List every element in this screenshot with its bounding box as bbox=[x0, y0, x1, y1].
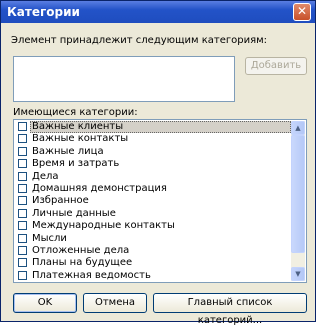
category-label: Личные данные bbox=[32, 207, 116, 219]
item-categories-input[interactable] bbox=[13, 56, 235, 102]
cancel-button[interactable]: Отмена bbox=[83, 293, 147, 313]
list-item[interactable]: Важные клиенты bbox=[14, 121, 291, 133]
category-label: Домашняя демонстрация bbox=[32, 182, 167, 194]
category-checkbox[interactable] bbox=[18, 122, 27, 131]
available-categories-label: Имеющиеся категории: bbox=[13, 107, 138, 118]
list-item[interactable]: Важные лица bbox=[14, 146, 291, 158]
category-label: Планы на будущее bbox=[32, 257, 133, 269]
arrow-up-icon: ▲ bbox=[295, 124, 301, 132]
category-label: Избранное bbox=[32, 195, 89, 207]
master-category-list-button[interactable]: Главный список категорий... bbox=[153, 293, 307, 326]
item-categories-label: Элемент принадлежит следующим категориям… bbox=[11, 35, 268, 46]
close-button[interactable]: ✕ bbox=[293, 3, 311, 21]
list-item[interactable]: Платежная ведомость bbox=[14, 270, 291, 282]
list-item[interactable]: Время и затрать bbox=[14, 158, 291, 170]
list-item[interactable]: Мысли bbox=[14, 233, 291, 245]
list-item[interactable]: Дела bbox=[14, 171, 291, 183]
list-item[interactable]: Планы на будущее bbox=[14, 257, 291, 269]
category-checkbox[interactable] bbox=[18, 146, 27, 156]
category-checkbox[interactable] bbox=[18, 183, 27, 193]
category-checkbox[interactable] bbox=[18, 134, 27, 144]
list-item[interactable]: Международные контакты bbox=[14, 220, 291, 232]
list-item[interactable]: Отложенные дела bbox=[14, 245, 291, 257]
category-label: Отложенные дела bbox=[32, 244, 130, 256]
scroll-down-button[interactable]: ▼ bbox=[291, 267, 305, 281]
title-bar[interactable]: Категории ✕ bbox=[1, 1, 315, 23]
category-label: Международные контакты bbox=[32, 220, 175, 232]
list-item[interactable]: Важные контакты bbox=[14, 133, 291, 145]
category-label: Важные клиенты bbox=[32, 121, 124, 132]
category-checkbox[interactable] bbox=[18, 270, 27, 280]
category-checkbox[interactable] bbox=[18, 196, 27, 206]
list-item[interactable]: Домашняя демонстрация bbox=[14, 183, 291, 195]
add-button[interactable]: Добавить bbox=[245, 57, 307, 75]
category-checkbox[interactable] bbox=[18, 233, 27, 243]
arrow-down-icon: ▼ bbox=[295, 270, 301, 278]
categories-list-items: Важные клиенты Важные контакты Важные лица… bbox=[14, 121, 291, 282]
category-checkbox[interactable] bbox=[18, 258, 27, 268]
scroll-up-button[interactable]: ▲ bbox=[291, 121, 305, 135]
categories-list[interactable]: Важные клиенты Важные контакты Важные лица… bbox=[13, 119, 307, 283]
category-checkbox[interactable] bbox=[18, 221, 27, 231]
list-item[interactable]: Избранное bbox=[14, 195, 291, 207]
category-label: Важные контакты bbox=[32, 133, 129, 145]
category-label: Платежная ведомость bbox=[32, 269, 151, 281]
category-checkbox[interactable] bbox=[18, 208, 27, 218]
category-label: Важные лица bbox=[32, 145, 104, 157]
list-item[interactable]: Личные данные bbox=[14, 208, 291, 220]
scroll-thumb[interactable] bbox=[291, 135, 305, 253]
close-icon: ✕ bbox=[296, 4, 308, 18]
category-label: Дела bbox=[32, 170, 59, 182]
ok-button[interactable]: OK bbox=[13, 293, 77, 313]
category-checkbox[interactable] bbox=[18, 159, 27, 169]
category-label: Время и затрать bbox=[32, 158, 120, 170]
category-checkbox[interactable] bbox=[18, 245, 27, 255]
vertical-scrollbar[interactable]: ▲ ▼ bbox=[291, 121, 305, 281]
window-title: Категории bbox=[7, 5, 80, 19]
category-checkbox[interactable] bbox=[18, 171, 27, 181]
categories-dialog: Категории ✕ Элемент принадлежит следующи… bbox=[0, 0, 316, 326]
category-label: Мысли bbox=[32, 232, 67, 244]
